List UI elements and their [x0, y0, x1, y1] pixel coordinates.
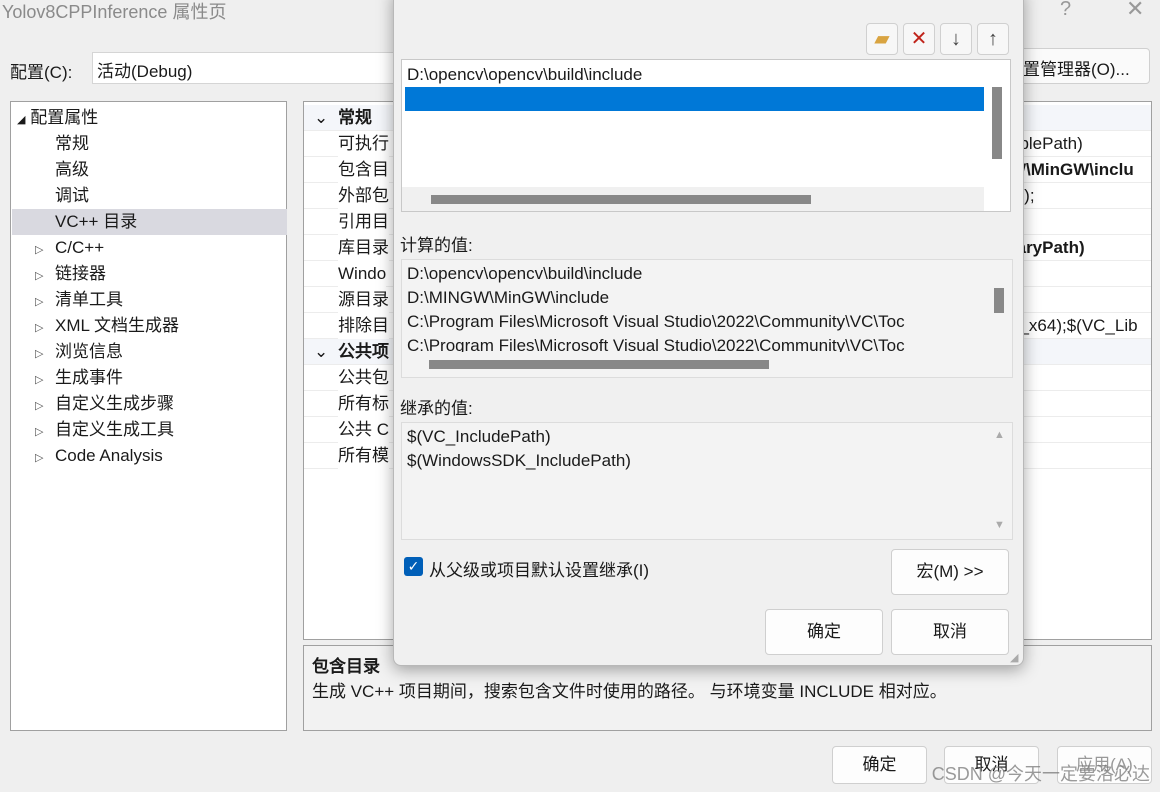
config-manager-button[interactable]: 置管理器(O)... — [1010, 48, 1150, 84]
tree-item[interactable]: ▷ 生成事件 — [35, 365, 123, 391]
property-name: 源目录 — [338, 287, 389, 313]
window-title: Yolov8CPPInference 属性页 — [2, 2, 227, 22]
computed-line: D:\opencv\opencv\build\include — [407, 264, 643, 283]
inherited-label: 继承的值: — [400, 399, 473, 418]
expand-icon: ▷ — [35, 270, 44, 282]
expand-icon: ▷ — [35, 296, 44, 308]
property-name: 可执行 — [338, 131, 389, 157]
dialog-cancel-button[interactable]: 取消 — [891, 609, 1009, 655]
property-name: 引用目 — [338, 209, 389, 235]
move-up-icon[interactable]: ↑ — [977, 23, 1009, 55]
tree-item[interactable]: ▷ 浏览信息 — [35, 339, 123, 365]
expand-icon: ▷ — [35, 400, 44, 412]
config-select[interactable]: 活动(Debug) — [92, 52, 402, 84]
tree-item[interactable]: 调试 — [35, 183, 89, 209]
config-label: 配置(C): — [10, 63, 73, 82]
help-button[interactable]: ? — [1060, 0, 1071, 21]
horizontal-scrollbar[interactable] — [431, 195, 811, 204]
inherited-line: $(VC_IncludePath) — [407, 427, 551, 446]
tree-item-label: XML 文档生成器 — [55, 316, 180, 335]
delete-icon[interactable]: ✕ — [903, 23, 935, 55]
description-text: 生成 VC++ 项目期间，搜索包含文件时使用的路径。 与环境变量 INCLUDE… — [312, 682, 947, 701]
tree-root[interactable]: ◢ 配置属性 — [17, 105, 98, 131]
tree-item[interactable]: VC++ 目录 — [12, 209, 287, 235]
collapse-icon: ⌄ — [314, 108, 329, 127]
tree-root-label: 配置属性 — [30, 108, 99, 127]
expand-icon: ▷ — [35, 244, 44, 256]
property-name: 外部包 — [338, 183, 389, 209]
property-name: 公共包 — [338, 365, 389, 391]
tree-item[interactable]: ▷ XML 文档生成器 — [35, 313, 179, 339]
expand-icon: ▷ — [35, 374, 44, 386]
tree-item[interactable]: 常规 — [35, 131, 89, 157]
tree-item-label: 自定义生成步骤 — [55, 394, 174, 413]
inherited-values: $(VC_IncludePath) $(WindowsSDK_IncludePa… — [401, 422, 1013, 540]
tree-item-label: 高级 — [55, 160, 89, 179]
collapse-icon: ◢ — [17, 114, 26, 126]
inherited-line: $(WindowsSDK_IncludePath) — [407, 451, 631, 470]
macro-button[interactable]: 宏(M) >> — [891, 549, 1009, 595]
vertical-scrollbar[interactable] — [994, 288, 1004, 313]
computed-line: C:\Program Files\Microsoft Visual Studio… — [407, 312, 905, 331]
scroll-down-icon[interactable]: ▼ — [994, 519, 1005, 531]
computed-line: D:\MINGW\MinGW\include — [407, 288, 610, 307]
category-label: 公共项 — [338, 342, 389, 361]
property-name: 公共 C — [338, 417, 389, 443]
tree-item-label: 自定义生成工具 — [55, 420, 174, 439]
tree-item-label: 调试 — [55, 186, 89, 205]
computed-line: C:\Program Files\Microsoft Visual Studio… — [407, 336, 905, 352]
tree-item[interactable]: ▷ Code Analysis — [35, 443, 163, 469]
include-directories-dialog: ▰ ✕ ↓ ↑ D:\opencv\opencv\build\include 计… — [393, 0, 1024, 666]
expand-icon: ▷ — [35, 426, 44, 438]
property-tree: ◢ 配置属性 常规高级调试 VC++ 目录 ▷ C/C++ ▷ 链接器 ▷ 清单工具 ▷ XML … — [10, 101, 287, 731]
tree-item-label: 浏览信息 — [55, 342, 123, 361]
tree-item[interactable]: ▷ 自定义生成工具 — [35, 417, 174, 443]
collapse-icon: ⌄ — [314, 342, 329, 361]
scroll-up-icon[interactable]: ▲ — [994, 429, 1005, 441]
watermark: CSDN @今天一定要洛必达 — [931, 764, 1150, 784]
inherit-checkbox[interactable]: ✓ — [404, 557, 423, 576]
tree-item-label: C/C++ — [55, 238, 105, 257]
move-down-icon[interactable]: ↓ — [940, 23, 972, 55]
property-value: n_x64);$(VC_Lib — [1010, 316, 1138, 335]
tree-item-label: Code Analysis — [55, 446, 163, 465]
tree-item[interactable]: ▷ 清单工具 — [35, 287, 123, 313]
tree-item[interactable]: ▷ 自定义生成步骤 — [35, 391, 174, 417]
vertical-scrollbar[interactable] — [992, 87, 1002, 159]
tree-item-label: 生成事件 — [55, 368, 123, 387]
ok-button[interactable]: 确定 — [832, 746, 927, 784]
expand-icon: ▷ — [35, 452, 44, 464]
entries-list[interactable]: D:\opencv\opencv\build\include — [401, 59, 1011, 212]
property-name: 包含目 — [338, 157, 389, 183]
property-name: 库目录 — [338, 235, 389, 261]
dialog-ok-button[interactable]: 确定 — [765, 609, 883, 655]
tree-item-label: VC++ 目录 — [55, 212, 138, 231]
resize-grip-icon[interactable]: ◢ — [1010, 651, 1018, 664]
inherit-checkbox-label[interactable]: 从父级或项目默认设置继承(I) — [429, 556, 649, 581]
property-value: W\MinGW\inclu — [1010, 160, 1134, 179]
expand-icon: ▷ — [35, 348, 44, 360]
tree-item[interactable]: ▷ C/C++ — [35, 235, 104, 261]
expand-icon: ▷ — [35, 322, 44, 334]
tree-item[interactable]: 高级 — [35, 157, 89, 183]
computed-label: 计算的值: — [400, 236, 473, 255]
horizontal-scrollbar[interactable] — [429, 360, 769, 369]
tree-item-label: 清单工具 — [55, 290, 123, 309]
close-button[interactable]: ✕ — [1126, 0, 1144, 22]
property-name: 所有标 — [338, 391, 389, 417]
list-item-selected[interactable] — [405, 87, 984, 111]
property-name: Windo — [338, 261, 387, 287]
tree-item[interactable]: ▷ 链接器 — [35, 261, 106, 287]
new-folder-icon[interactable]: ▰ — [866, 23, 898, 55]
property-name: 排除目 — [338, 313, 389, 339]
computed-values: D:\opencv\opencv\build\include D:\MINGW\… — [401, 259, 1013, 378]
category-label: 常规 — [338, 108, 372, 127]
list-item[interactable]: D:\opencv\opencv\build\include — [407, 63, 642, 87]
property-name: 所有模 — [338, 443, 389, 469]
tree-item-label: 常规 — [55, 134, 89, 153]
tree-item-label: 链接器 — [55, 264, 106, 283]
